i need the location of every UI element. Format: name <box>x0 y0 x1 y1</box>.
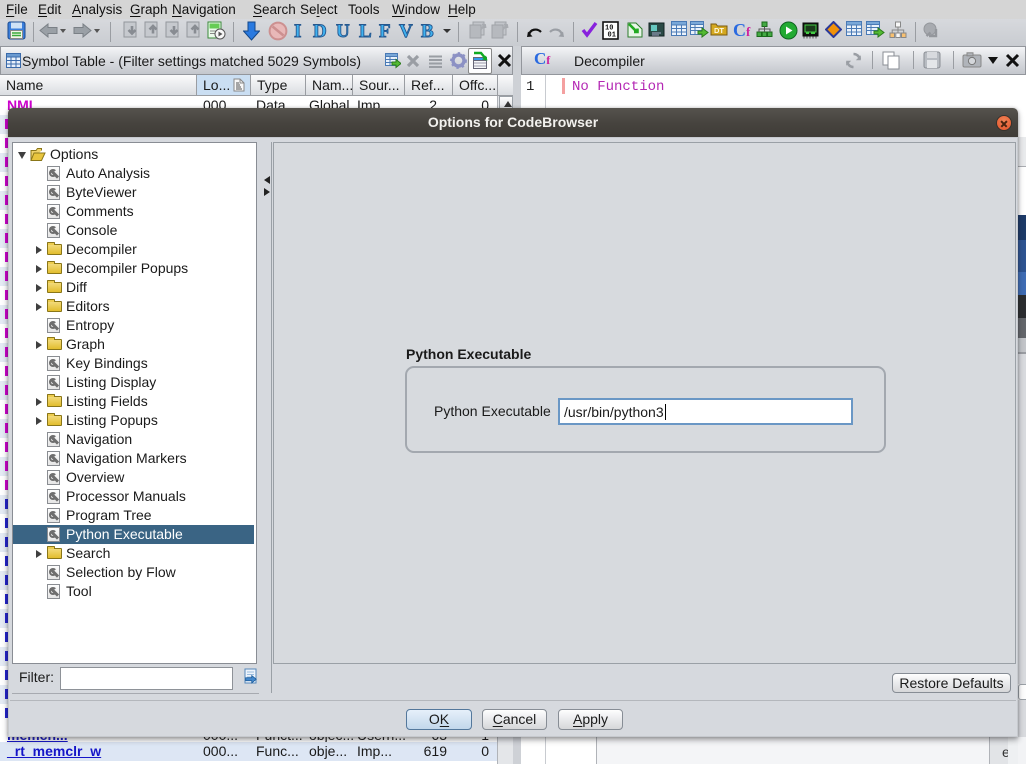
svg-text:01: 01 <box>608 32 616 40</box>
svg-text:DT: DT <box>714 26 724 35</box>
